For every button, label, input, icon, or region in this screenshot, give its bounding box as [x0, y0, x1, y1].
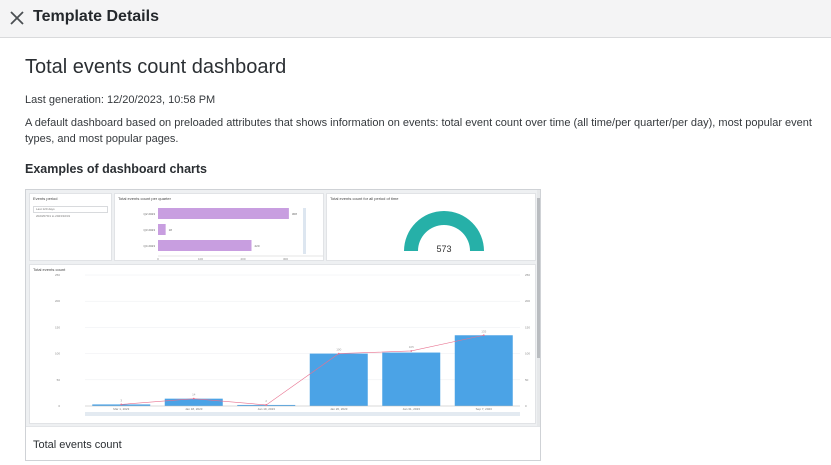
x-tick-label: Jan 18, 2023 [185, 407, 203, 411]
quarter-bar [158, 240, 252, 251]
period-range: 2023/07/01 to 2023/10/31 [36, 214, 71, 218]
top-bar: Template Details [0, 0, 831, 38]
dashboard-preview: Events period Last 120 days 2023/07/01 t… [25, 189, 541, 461]
quarter-bar-value: 18 [169, 228, 173, 232]
quarter-x-tick: 200 [240, 257, 245, 261]
line-value-label: 3 [120, 398, 122, 402]
event-count-bar [309, 353, 368, 406]
x-tick-label: Sep 7, 2023 [476, 407, 493, 411]
x-tick-label: Jan 26, 2023 [330, 407, 348, 411]
period-select-value: Last 120 days [36, 207, 55, 211]
y-tick-right: 250 [525, 273, 530, 277]
total-events-chart: 0 0 50 50 100 100 150 150 200 200 250 250 Mar 1, 202… [55, 273, 530, 416]
quarter-bar-chart: Q2 2023308Q3 202318Q4 202322001002003004… [143, 208, 323, 261]
y-tick-left: 0 [58, 404, 60, 408]
quarter-bar-value: 308 [292, 212, 297, 216]
x-tick-label: Mar 1, 2023 [113, 407, 129, 411]
dashboard-canvas: Events period Last 120 days 2023/07/01 t… [26, 190, 540, 426]
events-period-panel: Events period Last 120 days 2023/07/01 t… [29, 193, 112, 261]
y-tick-left: 100 [55, 352, 60, 356]
y-tick-right: 100 [525, 352, 530, 356]
event-count-bar [164, 398, 223, 406]
event-count-bar [382, 352, 441, 406]
event-count-point [192, 397, 195, 400]
page-title: Total events count dashboard [25, 56, 287, 78]
examples-heading: Examples of dashboard charts [25, 162, 208, 176]
total-events-panel: Total events count 0 0 50 50 100 100 150 150 200… [29, 264, 536, 424]
event-count-point [337, 352, 340, 355]
line-value-label: 105 [409, 345, 414, 349]
event-count-bar [454, 335, 513, 406]
quarter-bar-label: Q2 2023 [143, 212, 155, 216]
chart-scrollbar [85, 412, 520, 416]
x-tick-label: Jan 19, 2023 [258, 407, 276, 411]
event-count-point [482, 334, 485, 337]
line-value-label: 100 [336, 348, 341, 352]
x-tick-label: Jan 31, 2023 [403, 407, 421, 411]
gauge-value: 573 [436, 244, 451, 254]
caption-text: Total events count [33, 439, 122, 451]
description-text: A default dashboard based on preloaded a… [25, 117, 812, 145]
line-value-label: 2 [265, 399, 267, 403]
event-count-point [410, 350, 413, 352]
quarter-scrollbar [303, 208, 306, 254]
quarter-x-tick: 0 [157, 257, 159, 261]
events-period-title: Events period [33, 196, 58, 201]
event-count-point [120, 403, 123, 406]
quarter-x-tick: 300 [283, 257, 288, 261]
quarter-bar-label: Q3 2023 [143, 228, 155, 232]
gauge-chart: 573 [404, 211, 484, 254]
y-tick-right: 150 [525, 325, 530, 329]
y-tick-right: 200 [525, 299, 530, 303]
y-tick-right: 0 [525, 404, 527, 408]
quarter-bar [158, 208, 289, 219]
total-gauge-panel: Total events count for all period of tim… [326, 193, 536, 261]
quarter-bar-value: 220 [255, 244, 260, 248]
quarter-bar-label: Q4 2023 [143, 244, 155, 248]
preview-scroll-thumb[interactable] [537, 198, 540, 358]
quarter-bar-panel: Total events count per quarter Q2 2023 30… [114, 193, 324, 261]
close-icon[interactable] [7, 8, 27, 28]
y-tick-left: 250 [55, 273, 60, 277]
event-count-point [265, 404, 268, 406]
preview-scrollbar[interactable] [537, 190, 540, 426]
preview-caption: Total events count [26, 426, 540, 460]
dialog-title: Template Details [33, 8, 159, 25]
line-value-label: 135 [481, 329, 486, 333]
y-tick-left: 150 [55, 325, 60, 329]
y-tick-right: 50 [525, 378, 529, 382]
y-tick-left: 50 [57, 378, 61, 382]
y-tick-left: 200 [55, 299, 60, 303]
line-value-label: 14 [192, 393, 196, 397]
last-generation-text: Last generation: 12/20/2023, 10:58 PM [25, 94, 216, 106]
quarter-x-tick: 100 [198, 257, 203, 261]
quarter-bar [158, 224, 166, 235]
